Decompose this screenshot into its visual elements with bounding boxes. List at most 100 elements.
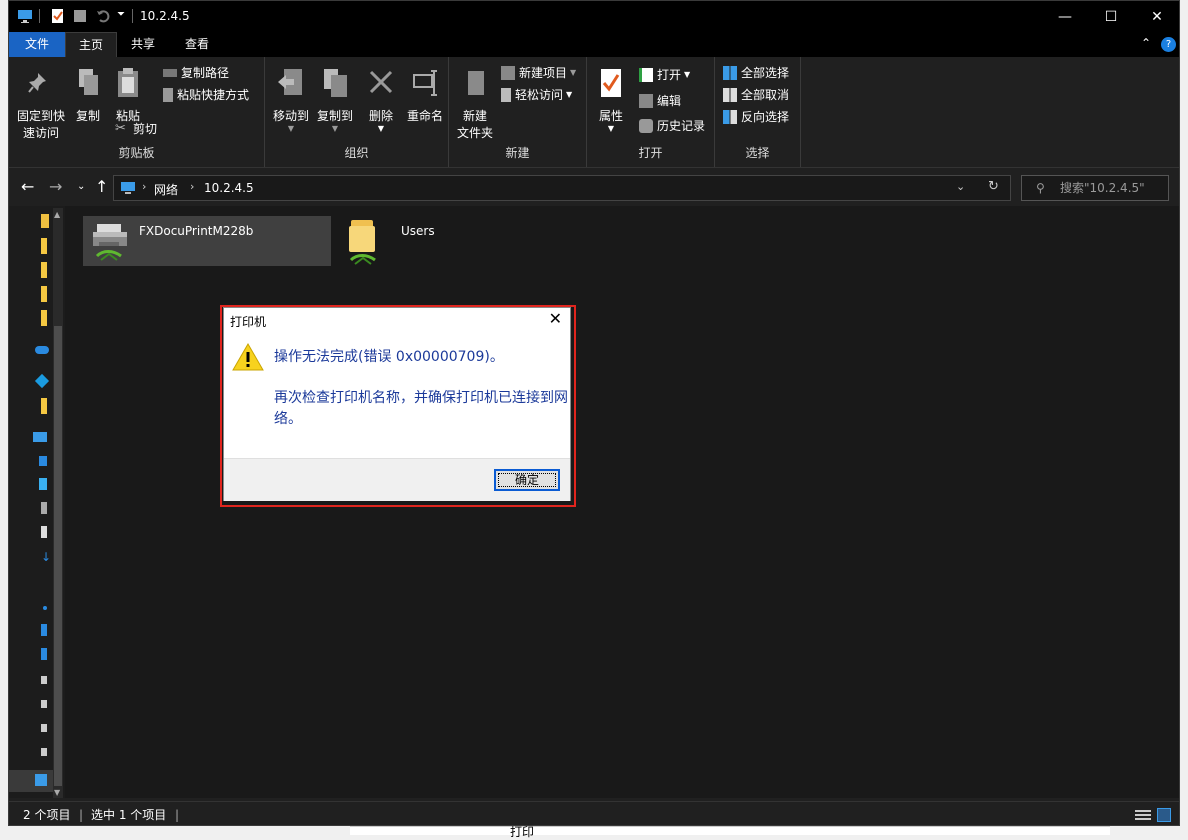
breadcrumb-network[interactable]: 网络 bbox=[154, 181, 178, 198]
up-arrow-icon[interactable]: ↑ bbox=[95, 177, 108, 196]
help-icon[interactable]: ? bbox=[1161, 37, 1176, 52]
file-item-printer[interactable]: FXDocuPrintM228b bbox=[83, 216, 331, 266]
nav-item-videos-icon[interactable] bbox=[41, 648, 47, 660]
new-folder-button[interactable]: 新建 文件夹 bbox=[455, 67, 495, 142]
copy-button[interactable]: 复制 bbox=[71, 67, 105, 125]
nav-item-folder[interactable] bbox=[41, 398, 47, 414]
search-input[interactable]: ⚲ 搜索"10.2.4.5" bbox=[1021, 175, 1169, 201]
history-button[interactable]: 历史记录 bbox=[639, 116, 705, 136]
nav-item-music-icon[interactable] bbox=[43, 606, 47, 610]
properties-quick-icon[interactable] bbox=[50, 8, 66, 24]
tab-share[interactable]: 共享 bbox=[117, 32, 169, 57]
group-label-clipboard: 剪贴板 bbox=[118, 146, 155, 160]
nav-item-pictures-icon[interactable] bbox=[41, 624, 47, 636]
ok-button-label: 确定 bbox=[514, 473, 539, 487]
back-arrow-icon[interactable]: ← bbox=[21, 177, 34, 196]
status-bar: 2 个项目 | 选中 1 个项目 | bbox=[9, 801, 1179, 825]
invert-selection-button[interactable]: 反向选择 bbox=[723, 107, 789, 127]
dialog-close-button[interactable]: ✕ bbox=[549, 309, 562, 328]
forward-arrow-icon[interactable]: → bbox=[49, 177, 62, 196]
properties-button[interactable]: 属性 ▼ bbox=[593, 67, 629, 133]
nav-item-drive-icon[interactable] bbox=[41, 724, 47, 732]
delete-label: 删除 bbox=[368, 109, 393, 123]
select-none-label: 全部取消 bbox=[741, 88, 790, 102]
minimize-button[interactable]: — bbox=[1042, 1, 1088, 32]
history-icon bbox=[639, 119, 653, 133]
nav-item-onedrive-icon[interactable] bbox=[35, 346, 49, 354]
nav-item-network-icon[interactable] bbox=[9, 770, 53, 792]
nav-pane-scroll-thumb[interactable] bbox=[54, 326, 62, 786]
nav-item-this-pc-icon[interactable] bbox=[33, 432, 47, 442]
ok-button[interactable]: 确定 bbox=[494, 469, 560, 491]
new-folder-icon bbox=[468, 71, 484, 95]
nav-item-downloads-arrow-icon[interactable]: ↓ bbox=[41, 550, 51, 564]
address-dropdown-icon[interactable]: ⌄ bbox=[956, 180, 965, 193]
tab-home[interactable]: 主页 bbox=[65, 32, 117, 57]
status-selected-count: 选中 1 个项目 bbox=[91, 808, 167, 822]
printer-error-dialog: 打印机 ✕ 操作无法完成(错误 0x00000709)。 再次检查打印机名称，并… bbox=[223, 307, 571, 501]
move-to-button[interactable]: 移动到 ▼ bbox=[269, 67, 313, 133]
nav-item-folder[interactable] bbox=[41, 238, 47, 254]
nav-item-app-icon[interactable] bbox=[34, 373, 50, 389]
recent-locations-icon[interactable]: ⌄ bbox=[77, 181, 85, 192]
address-bar[interactable]: › 网络 › 10.2.4.5 ⌄ ↻ bbox=[113, 175, 1011, 201]
this-pc-icon[interactable] bbox=[17, 8, 33, 24]
pin-quick-access-button[interactable]: 固定到快 速访问 bbox=[13, 67, 69, 142]
nav-item-drive-icon[interactable] bbox=[41, 748, 47, 756]
nav-item-folder[interactable] bbox=[41, 310, 47, 326]
nav-item-3d-objects-icon[interactable] bbox=[39, 456, 47, 466]
status-item-count: 2 个项目 bbox=[23, 808, 71, 822]
nav-item-desktop-icon[interactable] bbox=[39, 478, 47, 490]
warning-icon bbox=[232, 342, 264, 371]
rename-button[interactable]: 重命名 bbox=[403, 67, 447, 125]
nav-pane-scrollbar[interactable]: ▲ ▼ bbox=[53, 208, 63, 798]
scroll-up-icon[interactable]: ▲ bbox=[54, 210, 60, 219]
select-all-button[interactable]: 全部选择 bbox=[723, 63, 789, 83]
nav-item-drive-icon[interactable] bbox=[41, 676, 47, 684]
scroll-down-icon[interactable]: ▼ bbox=[54, 788, 60, 797]
breadcrumb-chevron-icon: › bbox=[142, 180, 147, 193]
open-label: 打开 bbox=[657, 68, 682, 82]
ribbon-tabs: 文件 主页 共享 查看 ⌃ ? bbox=[9, 32, 1179, 57]
nav-item-folder[interactable] bbox=[41, 286, 47, 302]
customize-toolbar-icon[interactable]: ⏷ bbox=[117, 9, 125, 20]
close-button[interactable]: ✕ bbox=[1134, 1, 1179, 32]
collapse-ribbon-icon[interactable]: ⌃ bbox=[1141, 36, 1151, 50]
large-icons-view-icon[interactable] bbox=[1157, 808, 1171, 822]
easy-access-button[interactable]: 轻松访问 ▼ bbox=[501, 85, 572, 105]
file-explorer-window: ⏷ 10.2.4.5 — ☐ ✕ 文件 主页 共享 查看 ⌃ ? 固定到快 速访… bbox=[8, 0, 1180, 826]
file-item-shared-folder[interactable]: Users bbox=[337, 216, 537, 266]
new-folder-quick-icon[interactable] bbox=[72, 8, 88, 24]
edit-button[interactable]: 编辑 bbox=[639, 91, 681, 111]
copy-to-button[interactable]: 复制到 ▼ bbox=[313, 67, 357, 133]
file-item-label: Users bbox=[401, 224, 435, 238]
nav-item-quick-access-check[interactable] bbox=[41, 214, 49, 228]
cut-button[interactable]: ✂ 剪切 bbox=[115, 119, 157, 139]
properties-label: 属性 bbox=[598, 109, 623, 123]
breadcrumb-host[interactable]: 10.2.4.5 bbox=[204, 181, 254, 195]
dialog-title: 打印机 bbox=[230, 315, 267, 329]
paste-shortcut-button[interactable]: 粘贴快捷方式 bbox=[163, 85, 249, 105]
nav-item-folder[interactable] bbox=[41, 262, 47, 278]
paste-shortcut-label: 粘贴快捷方式 bbox=[177, 88, 250, 102]
delete-button[interactable]: 删除 ▼ bbox=[365, 67, 397, 133]
refresh-icon[interactable]: ↻ bbox=[988, 179, 999, 194]
paste-button[interactable]: 粘贴 bbox=[111, 67, 145, 125]
tab-view[interactable]: 查看 bbox=[171, 32, 223, 57]
network-location-icon bbox=[121, 182, 135, 194]
undo-icon[interactable] bbox=[95, 8, 111, 24]
details-view-icon[interactable] bbox=[1135, 810, 1151, 820]
group-organize: 移动到 ▼ 复制到 ▼ 删除 ▼ 重命名 组织 bbox=[265, 57, 449, 167]
tab-file[interactable]: 文件 bbox=[9, 32, 65, 57]
open-button[interactable]: 打开 ▼ bbox=[639, 65, 690, 85]
maximize-button[interactable]: ☐ bbox=[1088, 1, 1134, 32]
select-none-button[interactable]: 全部取消 bbox=[723, 85, 789, 105]
nav-item-documents-icon[interactable] bbox=[41, 502, 47, 514]
nav-item-drive-icon[interactable] bbox=[41, 700, 47, 708]
new-item-button[interactable]: 新建项目 ▼ bbox=[501, 63, 576, 83]
search-placeholder: 搜索"10.2.4.5" bbox=[1060, 181, 1145, 195]
nav-item-downloads-icon[interactable] bbox=[41, 526, 47, 538]
new-item-label: 新建项目 bbox=[519, 66, 568, 80]
copy-path-button[interactable]: 复制路径 bbox=[163, 63, 229, 83]
rename-icon bbox=[413, 70, 437, 96]
